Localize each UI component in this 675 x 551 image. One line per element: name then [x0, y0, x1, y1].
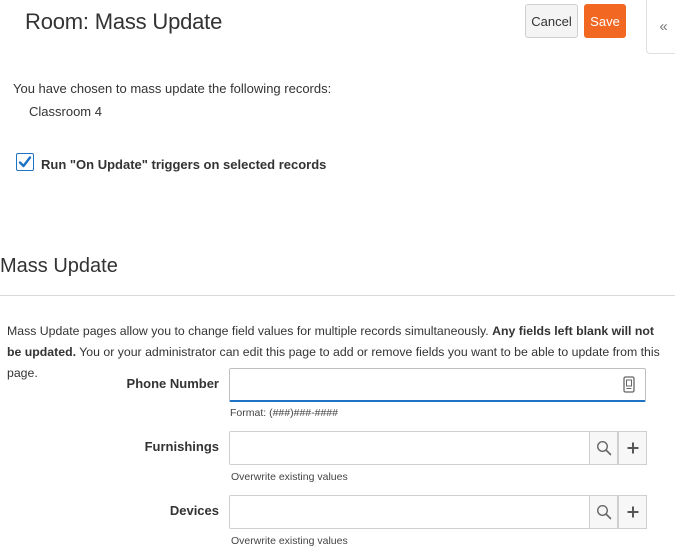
phone-format-hint: Format: (###)###-####: [230, 407, 338, 419]
page-title: Room: Mass Update: [25, 9, 223, 34]
selection-intro: You have chosen to mass update the follo…: [13, 81, 332, 96]
section-divider: [0, 295, 675, 296]
collapse-panel-button[interactable]: «: [646, 0, 675, 54]
plus-icon: [627, 506, 638, 518]
triggers-checkbox[interactable]: [16, 153, 34, 171]
furnishings-add-button[interactable]: [618, 431, 647, 465]
devices-add-button[interactable]: [618, 495, 647, 529]
furnishings-label: Furnishings: [144, 439, 219, 454]
phone-number-label: Phone Number: [126, 376, 219, 391]
search-icon: [596, 504, 611, 520]
furnishings-search-button[interactable]: [589, 431, 618, 465]
furnishings-hint: Overwrite existing values: [231, 471, 348, 483]
devices-input[interactable]: [229, 495, 590, 529]
save-button[interactable]: Save: [584, 4, 626, 38]
devices-label: Devices: [169, 503, 219, 518]
cancel-button[interactable]: Cancel: [525, 4, 578, 38]
checkmark-icon: [18, 156, 32, 168]
selected-record: Classroom 4: [29, 104, 102, 119]
devices-hint: Overwrite existing values: [231, 535, 348, 547]
phone-icon: [623, 376, 635, 393]
phone-number-field[interactable]: [229, 368, 646, 402]
plus-icon: [627, 442, 638, 454]
triggers-checkbox-label[interactable]: Run "On Update" triggers on selected rec…: [41, 157, 326, 172]
devices-search-button[interactable]: [589, 495, 618, 529]
double-chevron-left-icon: «: [659, 18, 668, 35]
description-text: Mass Update pages allow you to change fi…: [7, 324, 493, 338]
furnishings-input[interactable]: [229, 431, 590, 465]
section-title: Mass Update: [0, 255, 118, 277]
search-icon: [596, 440, 611, 456]
